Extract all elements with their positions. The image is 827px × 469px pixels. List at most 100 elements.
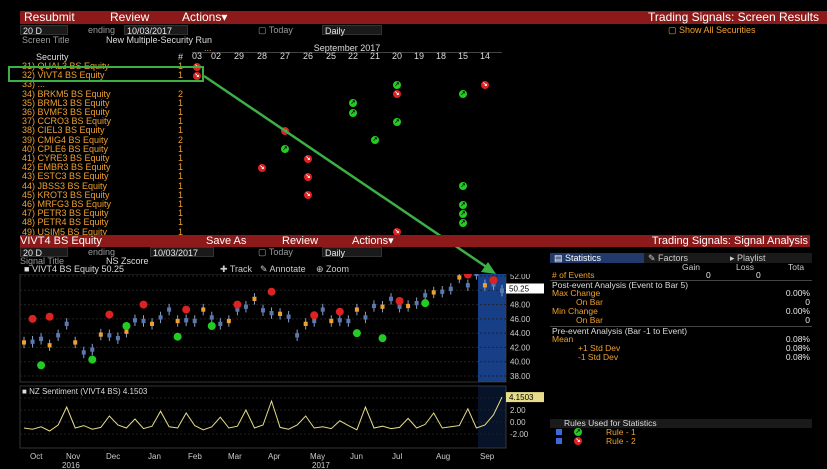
buy-marker-icon — [37, 361, 46, 370]
minus-std-label: -1 Std Dev — [578, 352, 619, 362]
price-candle — [329, 318, 334, 324]
month-label: Mar — [228, 452, 242, 461]
price-legend-label: VIVT4 BS Equity 50.25 — [31, 264, 124, 274]
price-candle — [158, 315, 163, 320]
price-candle — [261, 308, 265, 313]
price-candle — [115, 336, 120, 341]
buy-marker-icon — [421, 299, 430, 308]
month-label: Dec — [106, 452, 120, 461]
zoom-label: Zoom — [326, 264, 350, 274]
tab-statistics-label: Statistics — [565, 253, 602, 263]
on-bar-row-2: On Bar 0 — [550, 316, 812, 325]
save-as-button[interactable]: Save As — [206, 235, 246, 247]
rule-2-checkbox[interactable] — [556, 438, 562, 444]
analysis-actions-menu[interactable]: Actions▾ — [352, 235, 394, 247]
price-candle — [243, 304, 248, 309]
price-candle — [39, 336, 44, 341]
price-tick-label: 40.00 — [510, 358, 531, 367]
price-candle — [320, 307, 325, 312]
track-button[interactable]: ✚ Track — [220, 264, 252, 274]
price-candle — [482, 283, 487, 288]
price-candle — [201, 307, 206, 312]
rule-1-green-signal-icon: ↗ — [574, 428, 582, 436]
sell-marker-icon — [335, 307, 344, 316]
rule-1-checkbox[interactable] — [556, 429, 562, 435]
events-gain: 0 — [706, 270, 711, 280]
annotate-button[interactable]: ✎ Annotate — [260, 264, 306, 274]
price-candle — [337, 318, 342, 323]
rule-2-row[interactable]: ↘ Rule - 2 — [550, 437, 812, 446]
price-candle — [22, 340, 26, 345]
price-candle — [209, 315, 214, 320]
price-candle — [380, 304, 385, 309]
price-candle — [226, 318, 231, 324]
price-candle — [371, 303, 376, 309]
rules-header: Rules Used for Statistics — [550, 419, 812, 428]
year-label: 2017 — [312, 461, 330, 469]
month-label: Jan — [148, 452, 161, 461]
on-bar-label-2: On Bar — [576, 315, 603, 325]
price-candle — [346, 318, 351, 324]
events-row: # of Events 0 0 — [550, 271, 812, 280]
price-candle — [124, 329, 129, 334]
sell-marker-icon — [105, 310, 114, 319]
rule-2-label: Rule - 2 — [606, 436, 636, 446]
analysis-security-label: VIVT4 BS Equity — [20, 235, 102, 247]
last-price-tag-label: 50.25 — [509, 285, 530, 294]
mean-label: Mean — [552, 334, 574, 344]
price-candle — [354, 307, 359, 312]
price-candle — [218, 321, 223, 326]
price-candle — [440, 289, 445, 294]
zoom-button[interactable]: ⊕ Zoom — [316, 264, 349, 274]
rule-1-row[interactable]: ↗ Rule - 1 — [550, 428, 812, 437]
price-tick-label: 44.00 — [510, 329, 531, 338]
price-candle — [303, 321, 308, 326]
analysis-ending-field[interactable]: 10/03/2017 — [150, 247, 214, 258]
price-tick-label: 48.00 — [510, 301, 531, 310]
sell-marker-icon — [489, 276, 498, 285]
price-candle — [150, 321, 155, 326]
buy-marker-icon — [207, 322, 216, 330]
sell-marker-icon — [395, 297, 404, 305]
month-label: Apr — [268, 452, 281, 461]
sell-marker-icon — [28, 314, 37, 323]
price-candle — [269, 311, 274, 316]
price-candle — [81, 350, 86, 355]
rule-2-red-signal-icon: ↘ — [574, 437, 582, 445]
chart-toolbar: ■ VIVT4 BS Equity 50.25 ✚ Track ✎ Annota… — [20, 264, 548, 274]
sentiment-tick-label: -2.00 — [510, 430, 529, 439]
rules-title: Rules Used for Statistics — [564, 418, 657, 428]
price-candle — [500, 288, 504, 293]
price-candle — [56, 333, 61, 338]
events-loss: 0 — [756, 270, 761, 280]
analysis-review-button[interactable]: Review — [282, 235, 318, 247]
buy-marker-icon — [352, 329, 361, 338]
sentiment-legend: ■ NZ Sentiment (VIVT4 BS) 4.1503 — [22, 387, 148, 396]
stats-tab-bar: ▤ Statistics ✎ Factors ▸ Playlist — [550, 253, 812, 263]
track-label: Track — [229, 264, 253, 274]
tab-statistics[interactable]: ▤ Statistics — [550, 253, 644, 263]
price-chart[interactable]: 52.0050.0048.0046.0044.0042.0040.0038.00… — [0, 274, 548, 469]
sell-marker-icon — [310, 311, 319, 320]
analysis-today-label: Today — [268, 247, 293, 257]
price-candle — [192, 318, 197, 324]
sentiment-tick-label: 0.00 — [510, 418, 526, 427]
analysis-menu-bar: VIVT4 BS Equity Save As Review Actions▾ … — [20, 235, 810, 247]
analysis-frequency-select[interactable]: Daily — [322, 247, 382, 258]
price-candle — [73, 340, 78, 345]
price-candle — [448, 286, 453, 291]
sell-marker-icon — [45, 312, 54, 321]
price-candle — [141, 318, 146, 324]
month-label: Jul — [392, 452, 402, 461]
sell-marker-icon — [139, 300, 148, 309]
analysis-today-checkbox[interactable]: ▢ Today — [258, 247, 293, 257]
price-candle — [389, 296, 394, 301]
buy-marker-icon — [122, 322, 131, 330]
price-candle — [64, 321, 69, 326]
minus-std-value: 0.08% — [785, 352, 810, 362]
sentiment-legend-label: NZ Sentiment (VIVT4 BS) 4.1503 — [29, 387, 148, 396]
price-candle — [474, 274, 479, 276]
price-candle — [397, 304, 402, 309]
price-candle — [414, 301, 419, 306]
month-label: Oct — [30, 452, 43, 461]
